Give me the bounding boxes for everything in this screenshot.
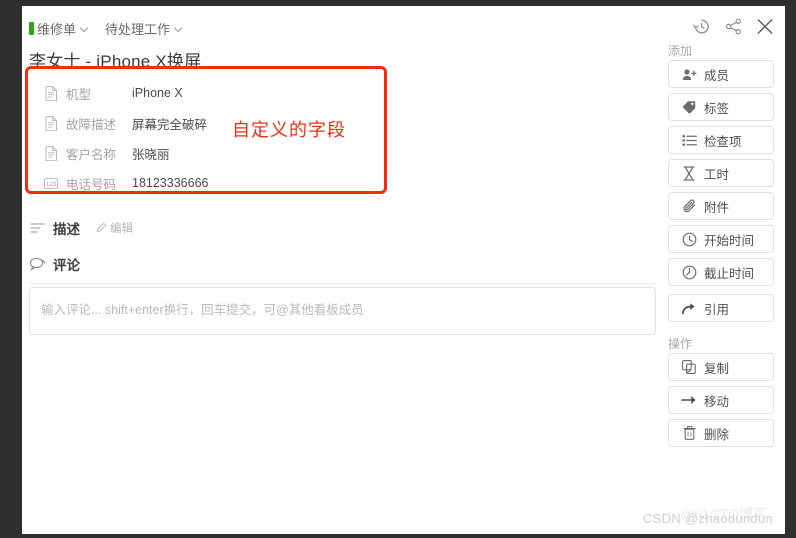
sidebar-button-label: 引用 [704, 302, 730, 317]
sidebar-top-actions [691, 16, 775, 36]
sidebar-button-label: 检查项 [704, 134, 742, 149]
chevron-down-icon [175, 25, 183, 33]
breadcrumb-item-board[interactable]: 维修单 [29, 19, 89, 38]
breadcrumb-list-label: 待处理工作 [105, 22, 171, 37]
custom-field-label: 客户名称 [66, 147, 117, 162]
custom-field-value: 18123336666 [132, 176, 209, 190]
sidebar-button-label: 标签 [704, 101, 730, 116]
custom-field-value: 张晓丽 [132, 147, 170, 162]
comment-title: 评论 [53, 258, 80, 273]
sidebar-button-label: 开始时间 [704, 233, 755, 248]
edit-description-label: 编辑 [110, 223, 133, 235]
custom-field-label: 电话号码 [66, 177, 117, 192]
watermark: CSDN @zhaodundun [642, 511, 773, 526]
arrow-right-icon [681, 392, 697, 408]
sidebar-button-copy[interactable]: 复制 [668, 353, 774, 381]
trash-icon [681, 425, 697, 441]
description-lines-icon [29, 220, 46, 237]
sidebar: 添加 成员 标签 检查项 工时 附件 开始时间 截止时间 引用 操作 复制 移动… [664, 6, 785, 534]
page-title[interactable]: 李女士 - iPhone X换屏 [29, 47, 201, 72]
custom-field-label: 机型 [66, 87, 92, 102]
custom-field-label: 故障描述 [66, 117, 117, 132]
checklist-icon [681, 132, 697, 148]
paperclip-icon [681, 198, 697, 214]
comment-divider [29, 283, 656, 284]
custom-field-value: iPhone X [132, 86, 183, 100]
number-icon: 123 [44, 175, 58, 191]
tag-icon [681, 99, 697, 115]
sidebar-add-group-label: 添加 [668, 44, 693, 58]
sidebar-button-start-time[interactable]: 开始时间 [668, 225, 774, 253]
document-icon [44, 145, 58, 161]
svg-text:123: 123 [46, 181, 57, 187]
chevron-down-icon [81, 25, 89, 33]
breadcrumb: 维修单 待处理工作 [29, 19, 183, 38]
sidebar-button-label: 附件 [704, 200, 730, 215]
breadcrumb-board-label: 维修单 [37, 22, 77, 37]
sidebar-button-delete[interactable]: 删除 [668, 419, 774, 447]
pencil-icon [94, 222, 107, 235]
custom-field-value: 屏幕完全破碎 [132, 117, 208, 132]
comment-bubble-icon [29, 256, 46, 273]
hourglass-icon [681, 165, 697, 181]
comment-input[interactable]: 输入评论... shift+enter换行，回车提交，可@其他看板成员 [29, 287, 656, 335]
sidebar-button-worktime[interactable]: 工时 [668, 159, 774, 187]
document-icon [44, 85, 58, 101]
sidebar-button-tag[interactable]: 标签 [668, 93, 774, 121]
sidebar-button-member[interactable]: 成员 [668, 60, 774, 88]
clock-start-icon [681, 231, 697, 247]
history-icon[interactable] [691, 16, 711, 36]
custom-field-row[interactable]: 客户名称 张晓丽 [44, 138, 374, 168]
close-icon[interactable] [755, 16, 775, 36]
comment-section-header: 评论 [29, 254, 80, 274]
copy-icon [681, 359, 697, 375]
custom-field-row[interactable]: 机型 iPhone X [44, 78, 374, 108]
sidebar-button-label: 移动 [704, 394, 730, 409]
task-detail-card: 维修单 待处理工作 李女士 - iPhone X换屏 自定义的字段 机型 iPh [22, 6, 785, 534]
description-section-header: 描述 编辑 [29, 218, 133, 238]
quote-arrow-icon [681, 300, 697, 316]
sidebar-ops-group-label: 操作 [668, 337, 693, 351]
sidebar-button-move[interactable]: 移动 [668, 386, 774, 414]
sidebar-button-label: 成员 [704, 68, 730, 83]
sidebar-button-checklist[interactable]: 检查项 [668, 126, 774, 154]
member-add-icon [681, 66, 697, 82]
description-title: 描述 [53, 222, 80, 237]
sidebar-button-quote[interactable]: 引用 [668, 294, 774, 322]
board-color-marker [29, 22, 34, 35]
sidebar-button-label: 工时 [704, 167, 730, 182]
main-content: 维修单 待处理工作 李女士 - iPhone X换屏 自定义的字段 机型 iPh [22, 6, 664, 534]
edit-description-button[interactable]: 编辑 [94, 220, 133, 236]
custom-field-row[interactable]: 123 电话号码 18123336666 [44, 168, 374, 198]
clock-due-icon [681, 264, 697, 280]
sidebar-button-label: 删除 [704, 427, 730, 442]
sidebar-button-due-time[interactable]: 截止时间 [668, 258, 774, 286]
breadcrumb-item-list[interactable]: 待处理工作 [105, 19, 183, 38]
sidebar-button-label: 复制 [704, 361, 730, 376]
comment-input-placeholder: 输入评论... shift+enter换行，回车提交，可@其他看板成员 [41, 303, 364, 317]
custom-field-row[interactable]: 故障描述 屏幕完全破碎 [44, 108, 374, 138]
window-frame: 维修单 待处理工作 李女士 - iPhone X换屏 自定义的字段 机型 iPh [0, 0, 796, 538]
sidebar-button-attachment[interactable]: 附件 [668, 192, 774, 220]
document-icon [44, 115, 58, 131]
share-icon[interactable] [723, 16, 743, 36]
sidebar-button-label: 截止时间 [704, 266, 755, 281]
custom-fields-list: 机型 iPhone X 故障描述 屏幕完全破碎 客户名称 张晓丽 123 电话号… [44, 78, 374, 198]
